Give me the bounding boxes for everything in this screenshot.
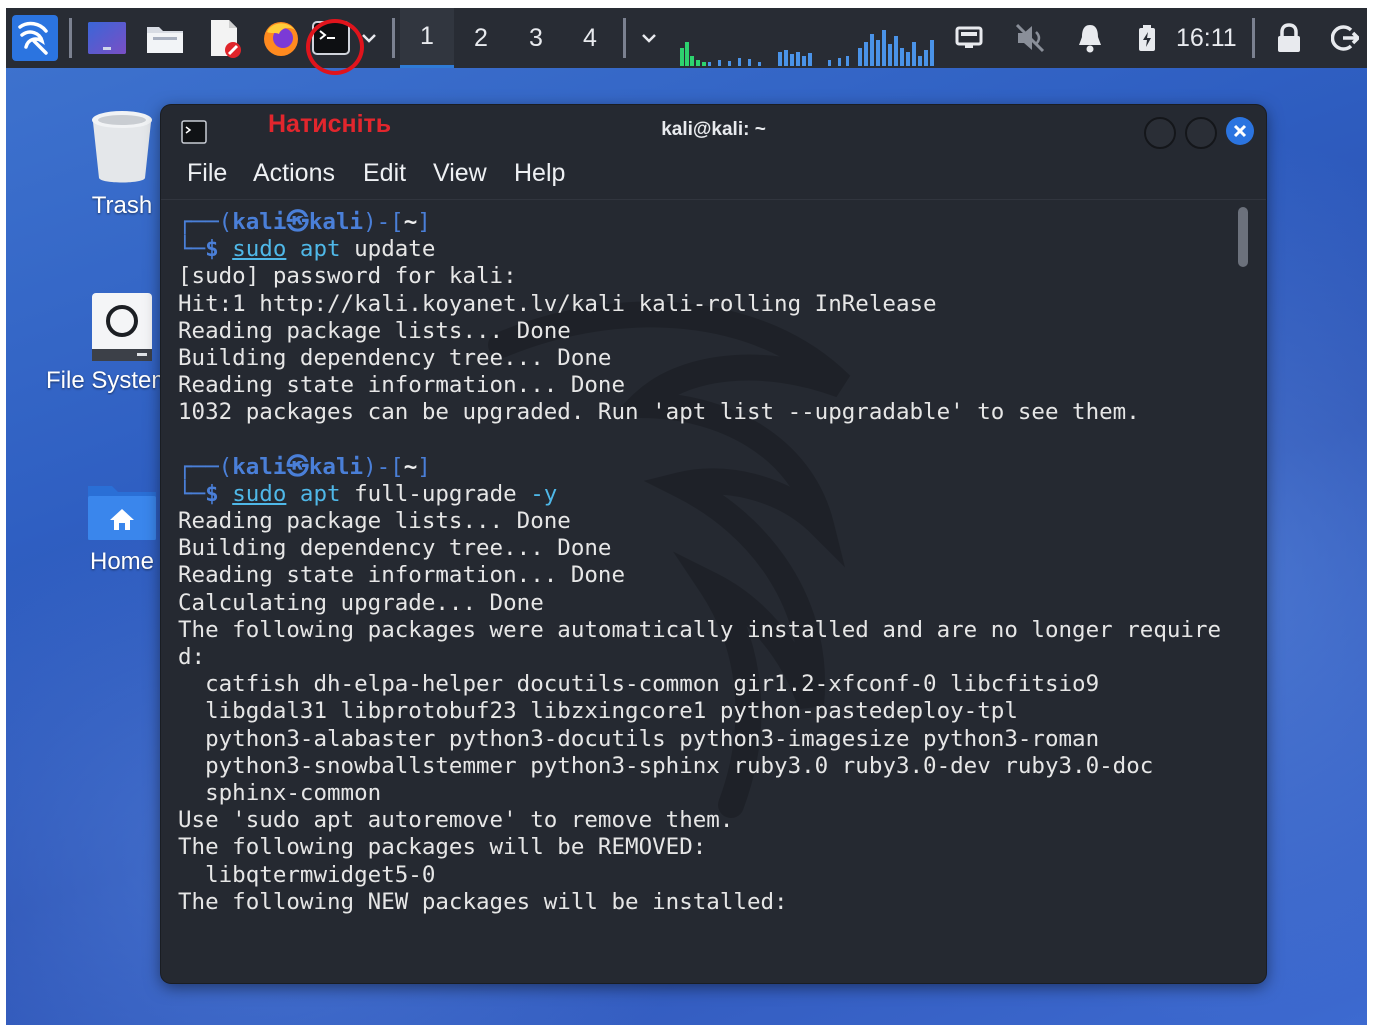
prompt-user: kali <box>232 209 287 235</box>
menu-edit[interactable]: Edit <box>363 159 406 188</box>
output-line: python3-alabaster python3-docutils pytho… <box>178 725 1100 752</box>
highlight-circle <box>306 19 364 75</box>
prompt-host: kali <box>308 453 364 480</box>
cmd-flag: -y <box>530 480 558 507</box>
network-icon[interactable] <box>951 8 987 68</box>
output-line: The following packages were automaticall… <box>178 616 1222 643</box>
cmd-apt: apt <box>299 480 341 507</box>
workspace-2[interactable]: 2 <box>454 8 508 68</box>
cmd-args: full-upgrade <box>354 480 517 507</box>
output-line: Calculating upgrade... Done <box>178 589 544 616</box>
desktop: 1 2 3 4 16:11 Trash File System Home Нат… <box>6 8 1367 1025</box>
cmd-args: update <box>354 236 436 263</box>
desktop-icon-label: File System <box>46 367 166 394</box>
panel-separator <box>392 18 395 58</box>
lock-icon[interactable] <box>1272 8 1306 68</box>
scrollbar[interactable] <box>1238 207 1248 267</box>
output-line: 1032 packages can be upgraded. Run 'apt … <box>178 399 1140 426</box>
mute-icon[interactable] <box>1010 8 1050 68</box>
terminal-output[interactable]: ┌──(kali㉿kali)-[~] └─$ sudo apt update [… <box>178 209 1238 969</box>
notifications-icon[interactable] <box>1072 8 1108 68</box>
output-line: catfish dh-elpa-helper docutils-common g… <box>178 671 1100 698</box>
output-line: Reading state information... Done <box>178 562 626 589</box>
output-line: Reading package lists... Done <box>178 508 571 535</box>
kali-menu-icon[interactable] <box>10 8 60 68</box>
output-line: sphinx-common <box>178 779 382 806</box>
home-folder-icon <box>88 486 156 540</box>
trash-icon <box>92 111 152 183</box>
output-line: d: <box>178 644 206 670</box>
panel-separator <box>69 18 72 58</box>
close-icon <box>1233 124 1247 138</box>
text-editor-icon[interactable] <box>202 8 248 68</box>
minimize-button[interactable] <box>1144 117 1176 149</box>
logout-icon[interactable] <box>1328 8 1362 68</box>
clock[interactable]: 16:11 <box>1176 8 1237 68</box>
prompt-dir: ~ <box>403 453 418 480</box>
firefox-icon[interactable] <box>258 8 304 68</box>
output-line: Reading state information... Done <box>178 372 626 399</box>
output-line: libgdal31 libprotobuf23 libzxingcore1 py… <box>178 698 1018 725</box>
output-line: Hit:1 http://kali.koyanet.lv/kali kali-r… <box>178 290 937 317</box>
output-line: The following NEW packages will be insta… <box>178 888 788 915</box>
menu-view[interactable]: View <box>433 159 487 188</box>
command-line: └─$ sudo apt update <box>178 236 436 263</box>
divider <box>161 199 1266 200</box>
prompt-line: ┌──(kali㉿kali)-[~] <box>178 453 431 480</box>
prompt-line: ┌──(kali㉿kali)-[~] <box>178 209 431 235</box>
workspace-4[interactable]: 4 <box>563 8 617 68</box>
output-line: libqtermwidget5-0 <box>178 861 436 888</box>
prompt-user: kali <box>232 453 287 480</box>
workspace-3[interactable]: 3 <box>509 8 563 68</box>
output-line: Building dependency tree... Done <box>178 344 612 371</box>
output-line: [sudo] password for kali: <box>178 263 517 290</box>
top-panel: 1 2 3 4 16:11 <box>6 8 1367 68</box>
output-line: Building dependency tree... Done <box>178 535 612 562</box>
output-line: Use 'sudo apt autoremove' to remove them… <box>178 807 734 834</box>
cmd-apt: apt <box>299 236 341 263</box>
drive-icon <box>92 293 152 361</box>
menu-file[interactable]: File <box>187 159 227 188</box>
close-button[interactable] <box>1226 117 1254 145</box>
window-list-chevron-icon[interactable] <box>636 8 662 68</box>
output-line: Reading package lists... Done <box>178 317 571 344</box>
panel-separator <box>623 18 626 58</box>
menu-bar: File Actions Edit View Help <box>161 157 1266 199</box>
cmd-sudo: sudo <box>232 236 287 263</box>
output-line: The following packages will be REMOVED: <box>178 834 707 861</box>
network-load-graph <box>680 30 934 66</box>
menu-actions[interactable]: Actions <box>253 159 335 188</box>
menu-help[interactable]: Help <box>514 159 565 188</box>
file-manager-icon[interactable] <box>142 8 188 68</box>
panel-separator <box>1252 18 1255 58</box>
battery-icon[interactable] <box>1132 8 1162 68</box>
command-line: └─$ sudo apt full-upgrade -y <box>178 480 558 507</box>
terminal-window: kali@kali: ~ File Actions Edit View Help… <box>161 105 1266 983</box>
show-desktop-icon[interactable] <box>84 8 130 68</box>
prompt-dir: ~ <box>403 209 418 235</box>
click-here-annotation: Натисніть <box>268 110 392 138</box>
output-line: python3-snowballstemmer python3-sphinx r… <box>178 752 1154 779</box>
cmd-sudo: sudo <box>232 480 287 507</box>
maximize-button[interactable] <box>1185 117 1217 149</box>
prompt-host: kali <box>308 209 364 235</box>
workspace-1[interactable]: 1 <box>400 8 454 68</box>
